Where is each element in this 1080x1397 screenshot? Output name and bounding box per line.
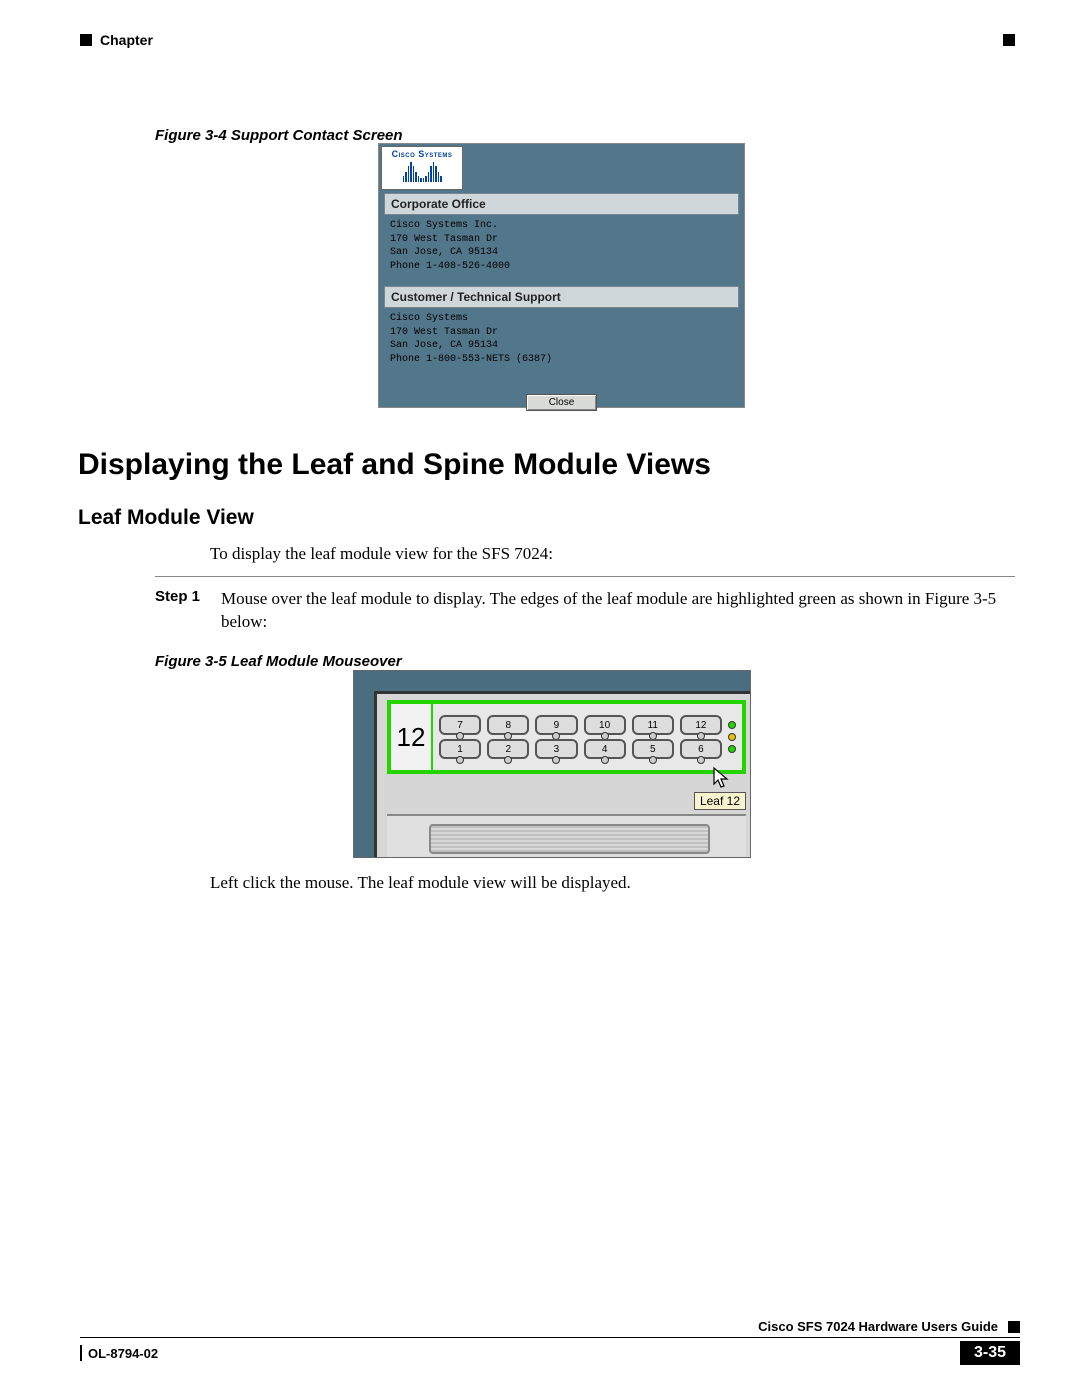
port: 4 [584,739,626,759]
port: 9 [535,715,577,735]
page-footer: Cisco SFS 7024 Hardware Users Guide OL-8… [80,1319,1020,1365]
figure-3-4-screenshot: Cisco Systems Corporate Office Cisco Sys… [378,143,745,408]
leaf-module-highlighted[interactable]: 12 7 8 9 10 11 12 1 2 3 4 5 6 [387,700,746,774]
page-header: Chapter [80,32,1015,48]
horizontal-rule [155,576,1015,577]
port: 10 [584,715,626,735]
corp-line: Cisco Systems Inc. [390,219,733,233]
support-line: 170 West Tasman Dr [390,326,733,340]
square-bullet-icon [1008,1321,1020,1333]
chassis-frame: 12 7 8 9 10 11 12 1 2 3 4 5 6 [374,691,750,857]
figure-3-4-caption: Figure 3-4 Support Contact Screen [155,127,403,144]
led-icon [728,745,736,753]
led-icon [728,721,736,729]
port: 2 [487,739,529,759]
port: 1 [439,739,481,759]
vertical-bar-icon [80,1345,82,1361]
support-line: Cisco Systems [390,312,733,326]
close-button[interactable]: Close [526,394,598,411]
cisco-bridge-icon [403,160,442,182]
close-row: Close [379,394,744,411]
port-row-bottom: 1 2 3 4 5 6 [439,739,722,759]
post-figure-text: Left click the mouse. The leaf module vi… [210,873,631,893]
heading-2: Leaf Module View [78,506,254,530]
footer-top: Cisco SFS 7024 Hardware Users Guide [80,1319,1020,1338]
header-left: Chapter [80,32,153,48]
doc-id-text: OL-8794-02 [88,1346,158,1361]
header-right [1003,34,1015,46]
figure-3-5-caption: Figure 3-5 Leaf Module Mouseover [155,653,402,670]
technical-support-body: Cisco Systems 170 West Tasman Dr San Jos… [384,308,739,376]
square-bullet-icon [80,34,92,46]
intro-text: To display the leaf module view for the … [210,544,553,564]
doc-id: OL-8794-02 [80,1345,158,1361]
footer-bottom: OL-8794-02 3-35 [80,1338,1020,1365]
corporate-office-heading: Corporate Office [384,193,739,215]
cisco-logo-text: Cisco Systems [392,149,453,159]
leaf-module-number: 12 [391,704,433,770]
lower-module-slot [387,814,746,857]
corp-line: Phone 1-408-526-4000 [390,260,733,274]
support-line: Phone 1-800-553-NETS (6387) [390,353,733,367]
square-bullet-icon [1003,34,1015,46]
corp-line: San Jose, CA 95134 [390,246,733,260]
guide-title: Cisco SFS 7024 Hardware Users Guide [758,1319,998,1334]
step-text: Mouse over the leaf module to display. T… [221,588,1015,634]
port: 12 [680,715,722,735]
port: 3 [535,739,577,759]
port: 7 [439,715,481,735]
mouse-cursor-icon [712,766,732,790]
chapter-label: Chapter [100,32,153,48]
port-grid: 7 8 9 10 11 12 1 2 3 4 5 6 [433,704,728,770]
port-row-top: 7 8 9 10 11 12 [439,715,722,735]
heading-1: Displaying the Leaf and Spine Module Vie… [78,448,711,482]
support-line: San Jose, CA 95134 [390,339,733,353]
step-label: Step 1 [155,588,203,634]
port: 11 [632,715,674,735]
step-1-row: Step 1 Mouse over the leaf module to dis… [155,588,1015,634]
figure-3-5-screenshot: 12 7 8 9 10 11 12 1 2 3 4 5 6 [353,670,751,858]
leaf-tooltip: Leaf 12 [694,792,746,810]
port: 8 [487,715,529,735]
port: 5 [632,739,674,759]
technical-support-heading: Customer / Technical Support [384,286,739,308]
cisco-logo: Cisco Systems [381,146,463,190]
page-number-badge: 3-35 [960,1341,1020,1365]
port: 6 [680,739,722,759]
slot-inner [429,824,710,854]
led-column [728,704,742,770]
corporate-office-body: Cisco Systems Inc. 170 West Tasman Dr Sa… [384,215,739,283]
led-icon [728,733,736,741]
corp-line: 170 West Tasman Dr [390,233,733,247]
